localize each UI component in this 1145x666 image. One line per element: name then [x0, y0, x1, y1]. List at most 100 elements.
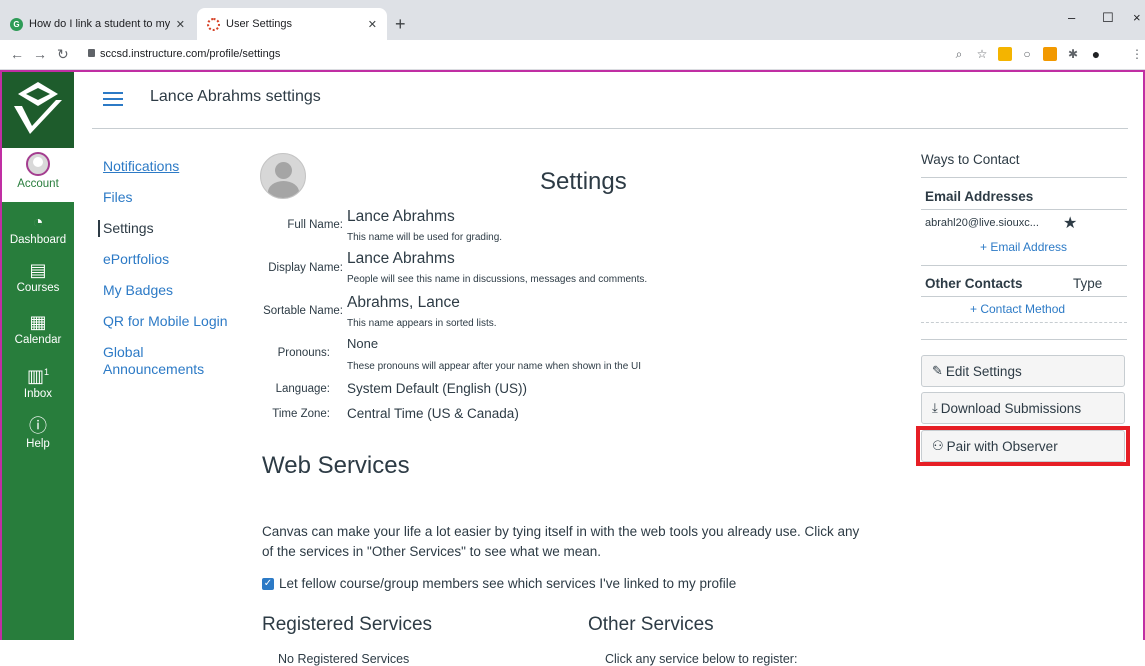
extension-icon[interactable]	[998, 47, 1012, 61]
download-icon: ⤓	[932, 400, 938, 415]
profile-picture[interactable]	[260, 153, 306, 199]
pronouns-label: Pronouns:	[277, 347, 330, 359]
global-nav: Account ◔ Dashboard ▤ Courses ▦ Calendar…	[2, 72, 74, 640]
section-nav: Notifications Files Settings ePortfolios…	[98, 158, 243, 392]
time-zone-value: Central Time (US & Canada)	[347, 406, 519, 421]
display-name-value: Lance Abrahms	[347, 250, 455, 267]
zoom-icon[interactable]: ⌕	[952, 47, 966, 61]
canvas-favicon-icon	[207, 17, 220, 31]
nav-calendar-label: Calendar	[14, 334, 62, 346]
display-name-hint: People will see this name in discussions…	[347, 274, 648, 285]
language-value: System Default (English (US))	[347, 381, 528, 396]
nav-inbox[interactable]: ▥1 Inbox	[2, 362, 74, 400]
sortable-name-label: Sortable Name:	[263, 305, 343, 317]
edit-settings-label: Edit Settings	[945, 363, 1022, 379]
nav-dashboard-label: Dashboard	[9, 234, 67, 246]
lock-icon	[88, 49, 95, 57]
maximize-button[interactable]: ☐	[1102, 10, 1114, 26]
profile-icon[interactable]: ●	[1089, 47, 1103, 61]
share-services-checkbox-row[interactable]: ✓ Let fellow course/group members see wh…	[262, 576, 736, 591]
red-highlight-box	[916, 426, 1130, 466]
nav-inbox-label: Inbox	[23, 388, 53, 400]
no-registered-services: No Registered Services	[278, 652, 410, 666]
nav-calendar[interactable]: ▦ Calendar	[2, 312, 74, 346]
extension-circle-icon[interactable]: ○	[1020, 47, 1034, 61]
contact-divider	[921, 177, 1127, 178]
section-nav-eportfolios[interactable]: ePortfolios	[103, 251, 243, 268]
inbox-badge: 1	[44, 367, 50, 377]
reload-icon[interactable]: ↻	[57, 46, 69, 63]
time-zone-label: Time Zone:	[272, 408, 330, 420]
calendar-icon: ▦	[29, 312, 47, 332]
nav-courses[interactable]: ▤ Courses	[2, 260, 74, 294]
sortable-name-hint: This name appears in sorted lists.	[347, 318, 497, 329]
type-header: Type	[1073, 276, 1103, 291]
section-nav-global-announcements[interactable]: Global Announcements	[103, 344, 243, 378]
courses-icon: ▤	[29, 260, 47, 280]
forward-arrow-icon[interactable]: →	[33, 46, 47, 62]
full-name-hint: This name will be used for grading.	[347, 232, 503, 243]
inbox-icon: ▥1	[26, 366, 50, 386]
school-logo[interactable]	[2, 72, 74, 148]
nav-dashboard[interactable]: ◔ Dashboard	[2, 212, 74, 246]
section-nav-my-badges[interactable]: My Badges	[103, 282, 243, 299]
sidebar-divider	[921, 339, 1127, 340]
sortable-name-value: Abrahms, Lance	[347, 294, 460, 311]
add-contact-method-link[interactable]: + Contact Method	[970, 302, 1065, 316]
nav-courses-label: Courses	[16, 282, 60, 294]
edit-settings-button[interactable]: ✎ Edit Settings	[921, 355, 1125, 387]
download-submissions-label: Download Submissions	[940, 400, 1082, 416]
header-divider	[92, 128, 1128, 129]
pronouns-value: None	[347, 336, 379, 351]
breadcrumb: Lance Abrahms settings	[150, 88, 321, 106]
menu-dots-icon[interactable]: ⋮	[1130, 47, 1144, 61]
browser-tab-help[interactable]: G How do I link a student to my us ✕	[0, 8, 195, 40]
section-nav-qr-login[interactable]: QR for Mobile Login	[103, 313, 243, 330]
full-name-label: Full Name:	[287, 219, 343, 231]
settings-title: Settings	[540, 168, 627, 195]
default-email-star-icon[interactable]: ★	[1063, 213, 1077, 233]
email-section-divider	[921, 265, 1127, 266]
nav-help-label: Help	[26, 438, 50, 450]
bookmark-star-icon[interactable]: ☆	[975, 47, 989, 61]
section-nav-files[interactable]: Files	[103, 189, 243, 206]
puzzle-icon[interactable]: ✱	[1066, 47, 1080, 61]
other-contacts-divider	[921, 296, 1127, 297]
breadcrumb-user-name[interactable]: Lance Abrahms	[150, 88, 261, 105]
close-window-button[interactable]: ×	[1133, 10, 1141, 25]
download-submissions-button[interactable]: ⤓ Download Submissions	[921, 392, 1125, 424]
help-icon: ⓘ	[29, 416, 47, 436]
extension-orange-icon[interactable]	[1043, 47, 1057, 61]
minimize-button[interactable]: –	[1068, 10, 1075, 25]
display-name-label: Display Name:	[268, 262, 343, 274]
back-arrow-icon[interactable]: ←	[10, 46, 24, 62]
nav-account-label: Account	[17, 178, 59, 190]
web-services-description: Canvas can make your life a lot easier b…	[262, 524, 860, 559]
section-nav-notifications[interactable]: Notifications	[103, 158, 243, 175]
logo-icon	[14, 82, 62, 134]
registered-services-heading: Registered Services	[262, 614, 433, 635]
language-label: Language:	[275, 383, 330, 395]
web-services-heading: Web Services	[262, 452, 410, 479]
nav-help[interactable]: ⓘ Help	[2, 416, 74, 450]
add-email-address-link[interactable]: + Email Address	[980, 240, 1067, 254]
contact-method-divider	[921, 322, 1127, 323]
new-tab-button[interactable]: +	[395, 15, 406, 33]
ways-to-contact-title: Ways to Contact	[921, 152, 1020, 167]
dashboard-icon: ◔	[32, 212, 44, 232]
share-services-label: Let fellow course/group members see whic…	[279, 576, 737, 591]
close-tab-icon[interactable]: ✕	[176, 18, 185, 31]
section-nav-settings[interactable]: Settings	[98, 220, 243, 237]
nav-account[interactable]: Account	[2, 148, 74, 202]
share-services-checkbox[interactable]: ✓	[262, 577, 274, 590]
address-bar[interactable]: sccsd.instructure.com/profile/settings	[100, 48, 280, 60]
other-contacts-header: Other Contacts	[925, 276, 1023, 291]
user-avatar-icon	[26, 152, 50, 176]
close-tab-icon[interactable]: ✕	[368, 18, 377, 31]
hamburger-menu-icon[interactable]	[103, 92, 123, 106]
guide-favicon-icon: G	[10, 17, 23, 31]
browser-tab-user-settings[interactable]: User Settings ✕	[197, 8, 387, 40]
pronouns-hint: These pronouns will appear after your na…	[347, 361, 642, 372]
pencil-icon: ✎	[932, 363, 943, 378]
email-address[interactable]: abrahl20@live.siouxc...	[925, 217, 1039, 229]
